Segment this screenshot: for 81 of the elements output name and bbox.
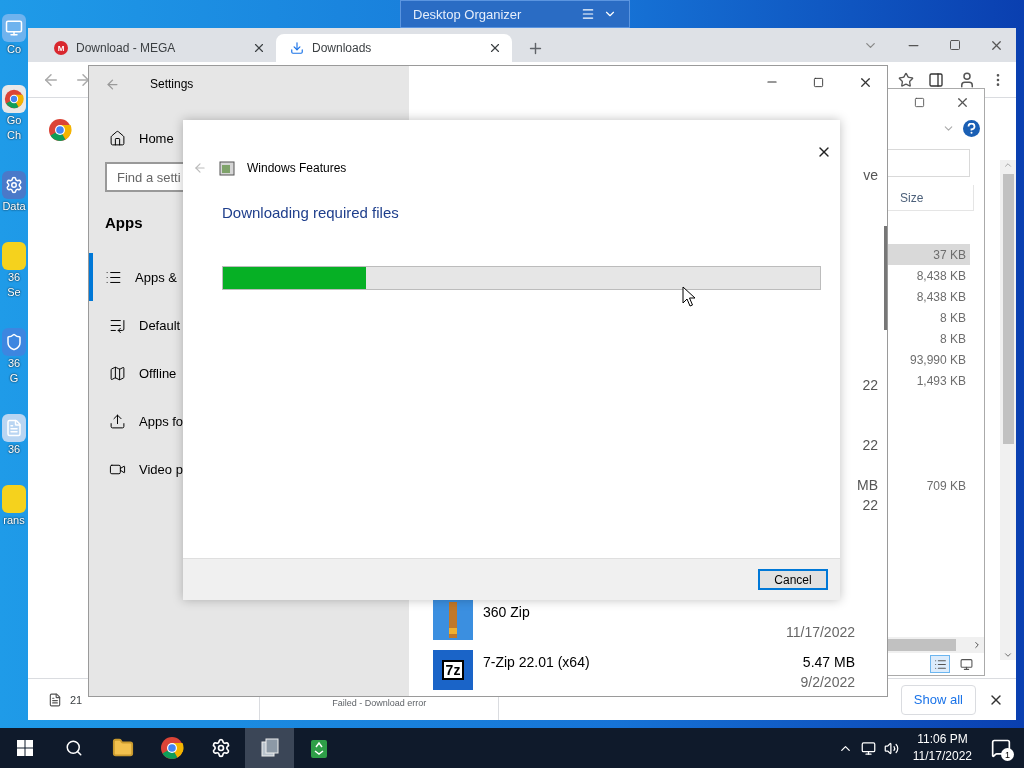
size-cell[interactable]: 8 KB [887,307,970,328]
cut-off-text: ve [863,166,878,185]
upload-icon [109,412,126,430]
settings-icon [210,738,231,758]
home-icon [109,129,126,147]
archive-app-icon: 7z [433,650,473,690]
size-cell[interactable]: 93,990 KB [887,349,970,370]
cut-off-text: 22 [862,496,878,515]
zip-box-icon [433,600,473,640]
maximize-icon[interactable] [914,96,925,108]
size-cell[interactable]: 709 KB [887,475,970,496]
size-cell[interactable]: 37 KB [887,244,970,265]
browser-tab[interactable]: Downloads [276,34,512,62]
notifications-button[interactable]: 1 [986,733,1016,763]
size-cell[interactable]: 1,493 KB [887,370,970,391]
close-icon[interactable] [488,41,502,55]
map-icon [109,364,126,382]
show-all-button[interactable]: Show all [900,684,976,715]
help-icon[interactable] [963,119,980,137]
menu-icon[interactable] [581,7,595,21]
scrollbar[interactable] [884,226,887,330]
desktop-icon-label: G [9,371,19,386]
window-stack-icon [258,737,281,759]
shortcut-icon[interactable] [2,171,26,199]
folder-icon [111,737,134,759]
scroll-down-icon[interactable] [1003,650,1013,660]
window-title: Settings [150,77,194,91]
cut-off-text: 22 [862,436,878,455]
file-icon [48,692,62,707]
shortcut-icon[interactable] [2,14,26,42]
horizontal-scrollbar[interactable] [887,637,984,653]
download-icon [290,41,304,55]
desktop-icon-label: Co [6,42,22,57]
window-title: Desktop Organizer [413,6,522,22]
size-cell[interactable]: 8,438 KB [887,265,970,286]
chrome-icon [159,736,184,760]
desktop-icon-label: Go [6,113,22,128]
close-icon[interactable] [252,41,266,55]
shortcut-icon[interactable] [2,85,26,113]
list-icon [933,657,947,671]
details-view-button[interactable] [930,655,950,673]
desktop-icon-label: Data [2,199,26,214]
mouse-pointer-icon [682,286,696,308]
network-icon[interactable] [860,740,876,756]
chrome-icon [4,89,24,109]
desktop-icon-label: 36 [7,356,21,371]
download-status: Failed - Download error [332,698,427,708]
browser-tab[interactable]: M Download - MEGA [40,34,276,62]
size-cell[interactable]: 8 KB [887,328,970,349]
side-panel-icon[interactable] [928,71,944,88]
dialog-title: Windows Features [247,161,347,175]
size-cell[interactable]: 8,438 KB [887,286,970,307]
window-icon [219,160,235,176]
mega-logo: M [54,41,68,55]
profile-icon[interactable] [958,70,976,89]
clock[interactable]: 11:06 PM 11/17/2022 [906,731,978,765]
volume-icon[interactable] [883,740,899,756]
app-list-item[interactable]: 7z 7-Zip 22.01 (x64) 5.47 MB 9/2/2022 [409,646,887,696]
taskbar-button[interactable] [245,728,294,768]
cancel-button[interactable]: Cancel [758,569,828,590]
download-name: 21 [70,693,83,706]
scrollbar[interactable] [1000,160,1016,660]
cut-off-text: MB [857,476,878,495]
star-icon[interactable] [898,71,914,88]
cut-off-text: 22 [862,376,878,395]
monitor-icon [959,657,973,671]
dialog-heading: Downloading required files [222,204,400,221]
desktop-icon-label: 36 [7,442,21,457]
desktop-icon-label: rans [3,513,25,528]
maximize-icon[interactable] [813,76,824,88]
shortcut-icon[interactable] [2,414,26,442]
desktop-icon-label: 36 [7,270,21,285]
app-list-item[interactable]: 360 Zip 11/17/2022 [409,596,887,646]
scroll-right-icon[interactable] [972,640,982,650]
search-icon [64,739,83,757]
shortcut-icon[interactable] [2,328,26,356]
desktop-icon-label: Se [7,285,21,300]
maximize-icon[interactable] [949,39,961,51]
chrome-logo [48,118,72,142]
desktop-icon-label: Ch [6,128,22,143]
windows-logo-icon [16,740,33,756]
